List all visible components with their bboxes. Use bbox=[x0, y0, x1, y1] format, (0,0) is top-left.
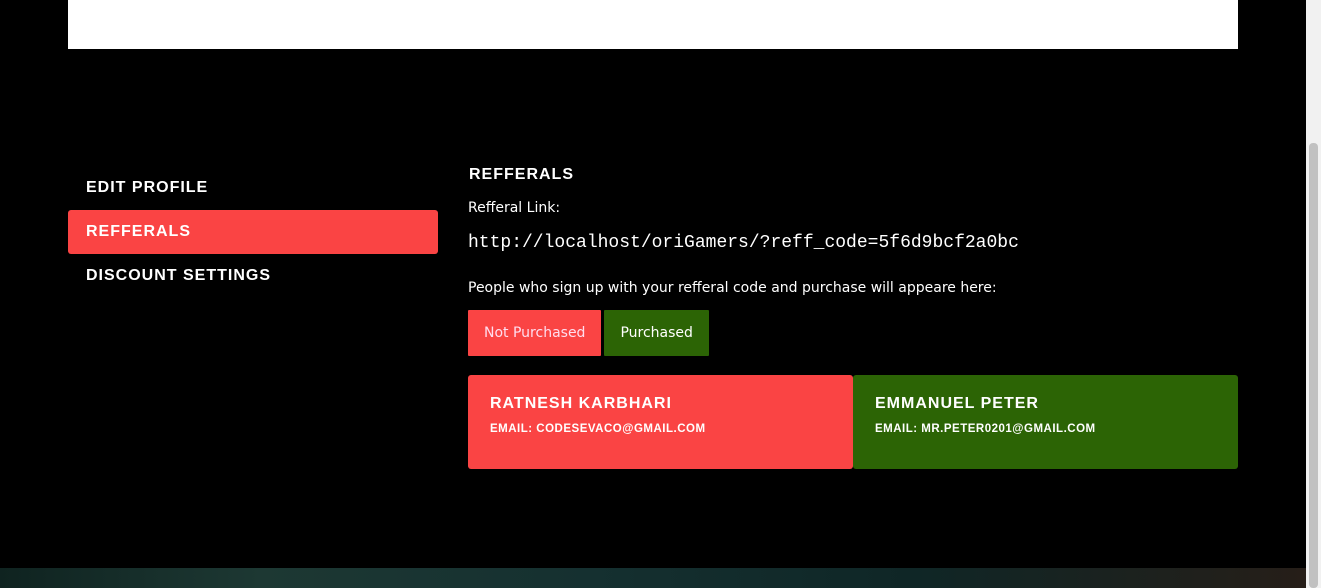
header-panel bbox=[68, 0, 1238, 49]
page-title: Refferals bbox=[469, 166, 574, 183]
footer-background-image bbox=[0, 568, 1306, 588]
referral-name: Ratnesh Karbhari bbox=[490, 395, 672, 412]
refferals-content: Refferals Refferal Link: http://localhos… bbox=[468, 162, 1238, 469]
referral-link[interactable]: http://localhost/oriGamers/?reff_code=5f… bbox=[468, 232, 1238, 254]
sidebar-item-edit-profile[interactable]: Edit Profile bbox=[68, 166, 438, 210]
referral-email: Email: codesevaco@gmail.com bbox=[490, 423, 706, 435]
referral-link-label: Refferal Link: bbox=[468, 200, 561, 216]
tab-purchased[interactable]: Purchased bbox=[604, 310, 709, 356]
referral-cards: Ratnesh Karbhari Email: codesevaco@gmail… bbox=[468, 375, 1238, 469]
scrollbar-thumb[interactable] bbox=[1309, 143, 1318, 588]
referral-filter-tabs: Not Purchased Purchased bbox=[468, 310, 1238, 356]
tab-not-purchased[interactable]: Not Purchased bbox=[468, 310, 602, 356]
referral-card: Emmanuel Peter Email: mr.peter0201@gmail… bbox=[853, 375, 1238, 469]
sidebar-item-refferals[interactable]: Refferals bbox=[68, 210, 438, 254]
sidebar-item-discount-settings[interactable]: Discount Settings bbox=[68, 254, 438, 298]
referral-card: Ratnesh Karbhari Email: codesevaco@gmail… bbox=[468, 375, 853, 469]
referral-email: Email: mr.peter0201@gmail.com bbox=[875, 423, 1096, 435]
profile-sidebar: Edit Profile Refferals Discount Settings bbox=[68, 166, 438, 298]
referral-name: Emmanuel Peter bbox=[875, 395, 1039, 412]
referral-description: People who sign up with your refferal co… bbox=[468, 280, 997, 296]
